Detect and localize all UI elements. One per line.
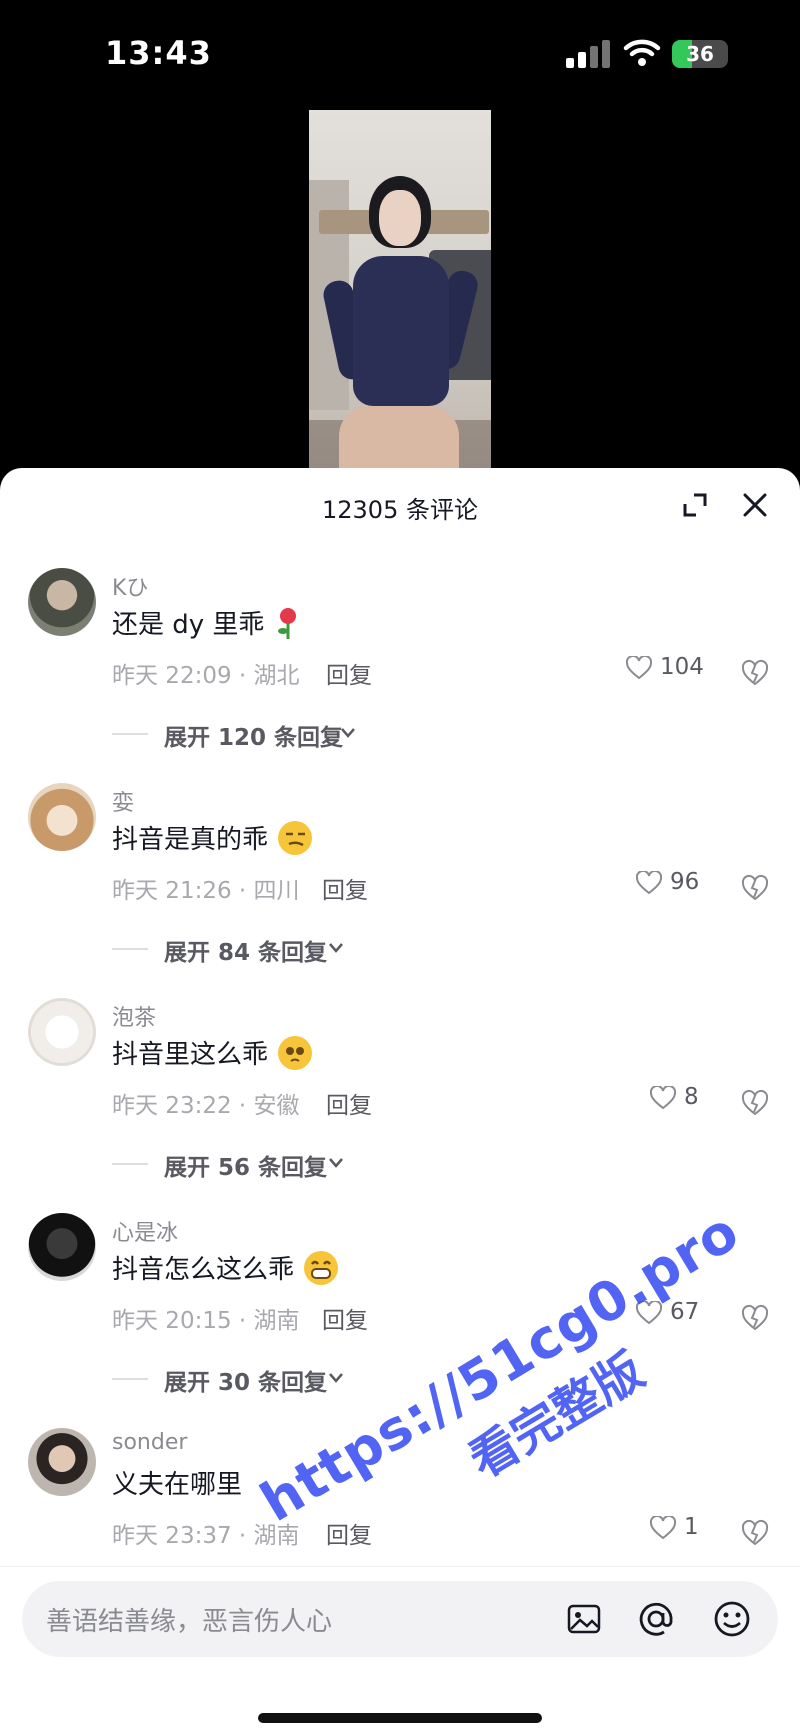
rose-emoji (275, 606, 301, 640)
dislike-icon[interactable] (740, 658, 770, 686)
like-button[interactable]: 8 (650, 1084, 699, 1114)
avatar[interactable] (28, 568, 96, 636)
chevron-down-icon (329, 1373, 343, 1383)
reply-button[interactable]: 回复 (326, 656, 372, 690)
heart-icon (636, 871, 662, 895)
comment-meta: 昨天 22:09 · 湖北 (112, 663, 300, 689)
comment-username[interactable]: Kひ (112, 570, 148, 602)
comment-text: 抖音怎么这么乖 (112, 1249, 339, 1286)
expand-icon[interactable] (680, 490, 710, 520)
battery-level: 36 (686, 42, 714, 66)
emoji-icon[interactable] (712, 1599, 752, 1639)
reply-button[interactable]: 回复 (322, 871, 368, 905)
comment-text-body: 抖音里这么乖 (112, 1040, 269, 1070)
comment-text-body: 抖音怎么这么乖 (112, 1255, 295, 1285)
like-count: 1 (684, 1514, 699, 1540)
at-icon[interactable] (636, 1599, 676, 1639)
like-count: 8 (684, 1084, 699, 1110)
home-indicator[interactable] (258, 1713, 542, 1723)
like-count: 96 (670, 869, 700, 895)
heart-icon (650, 1516, 676, 1540)
comment-username[interactable]: 心是冰 (112, 1215, 178, 1247)
wifi-icon (623, 39, 661, 66)
video-player[interactable] (309, 110, 491, 470)
comment-meta: 昨天 23:22 · 安徽 (112, 1093, 300, 1119)
cellular-signal-icon (566, 40, 610, 68)
comment-input-bar: 善语结善缘，恶言伤人心 (0, 1566, 800, 1734)
pleading-emoji (278, 1036, 313, 1070)
chevron-down-icon (341, 728, 355, 738)
dislike-icon[interactable] (740, 1088, 770, 1116)
avatar[interactable] (28, 1213, 96, 1281)
smirk-emoji (278, 821, 313, 855)
image-icon[interactable] (564, 1599, 604, 1639)
dislike-icon[interactable] (740, 1518, 770, 1546)
comment-meta: 昨天 20:15 · 湖南 (112, 1308, 300, 1334)
comment-text-body: 义夫在哪里 (112, 1470, 243, 1500)
comment-input-placeholder: 善语结善缘，恶言伤人心 (46, 1607, 333, 1637)
like-button[interactable]: 96 (636, 869, 700, 899)
like-count: 104 (660, 654, 704, 680)
comment-meta: 昨天 21:26 · 四川 (112, 878, 300, 904)
comment-username[interactable]: sonder (112, 1430, 187, 1455)
comment-sheet-header: 12305 条评论 (0, 468, 800, 538)
comment-text: 抖音是真的乖 (112, 819, 313, 856)
avatar[interactable] (28, 1428, 96, 1496)
expand-replies-label: 展开 56 条回复 (164, 1155, 328, 1181)
close-icon[interactable] (740, 490, 770, 520)
comment-text: 还是 dy 里乖 (112, 604, 301, 641)
dislike-icon[interactable] (740, 873, 770, 901)
comment-text: 义夫在哪里 (112, 1464, 242, 1501)
like-button[interactable]: 104 (626, 654, 704, 684)
comment-item: 娈 抖音是真的乖 昨天 21:26 · 四川 回复 96 展开 84 条回复 (0, 783, 800, 998)
heart-icon (650, 1086, 676, 1110)
battery-indicator: 36 (672, 40, 728, 68)
comment-username[interactable]: 娈 (112, 785, 134, 817)
avatar[interactable] (28, 998, 96, 1066)
expand-replies-label: 展开 120 条回复 (164, 725, 344, 751)
comment-text-body: 抖音是真的乖 (112, 825, 269, 855)
heart-icon (626, 656, 652, 680)
expand-replies-label: 展开 30 条回复 (164, 1370, 328, 1396)
comment-item: Kひ 还是 dy 里乖 昨天 22:09 · 湖北 回复 104 展开 120 … (0, 568, 800, 783)
comment-text: 抖音里这么乖 (112, 1034, 313, 1071)
status-bar: 13:43 36 (0, 0, 800, 100)
grin-emoji (304, 1251, 339, 1285)
comment-username[interactable]: 泡茶 (112, 1000, 156, 1032)
comment-item: 泡茶 抖音里这么乖 昨天 23:22 · 安徽 回复 8 展开 56 条回复 (0, 998, 800, 1213)
comment-meta: 昨天 23:37 · 湖南 (112, 1523, 300, 1549)
status-time: 13:43 (105, 34, 212, 72)
chevron-down-icon (329, 943, 343, 953)
reply-button[interactable]: 回复 (326, 1086, 372, 1120)
expand-replies-label: 展开 84 条回复 (164, 940, 328, 966)
avatar[interactable] (28, 783, 96, 851)
chevron-down-icon (329, 1158, 343, 1168)
reply-button[interactable]: 回复 (322, 1301, 368, 1335)
comment-text-body: 还是 dy 里乖 (112, 610, 265, 640)
like-button[interactable]: 1 (650, 1514, 699, 1544)
